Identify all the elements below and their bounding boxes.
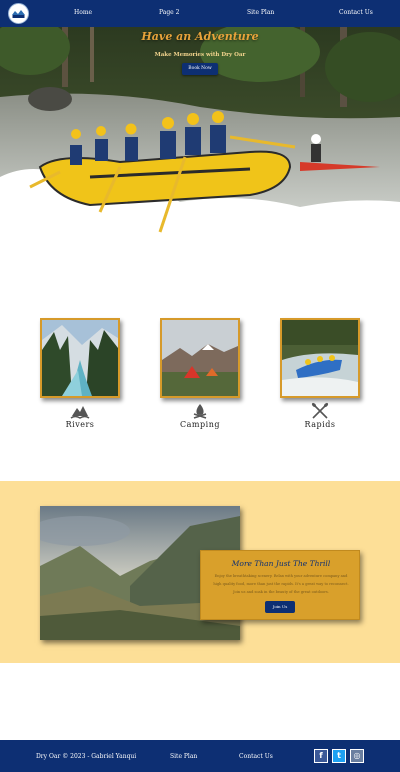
instagram-button[interactable]: ◎	[350, 749, 364, 763]
logo[interactable]	[8, 3, 29, 24]
nav-link-site-plan[interactable]: Site Plan	[247, 9, 274, 16]
book-now-button[interactable]: Book Now	[182, 63, 218, 75]
top-nav: Home Page 2 Site Plan Contact Us	[0, 0, 400, 27]
rivers-card[interactable]	[40, 318, 120, 398]
paddles-icon	[311, 402, 329, 419]
twitter-icon: t	[333, 750, 345, 762]
thrill-title: More Than Just The Thrill	[231, 559, 331, 568]
hero-subtitle: Make Memories with Dry Oar	[154, 52, 246, 58]
twitter-button[interactable]: t	[332, 749, 346, 763]
nav-link-contact-us[interactable]: Contact Us	[339, 9, 373, 16]
river-icon	[70, 406, 90, 419]
logo-icon	[10, 5, 27, 22]
hero-title: Have an Adventure	[141, 30, 259, 43]
footer-link-contact-us[interactable]: Contact Us	[239, 753, 273, 760]
rafting-photo	[0, 27, 400, 259]
rapids-image	[282, 320, 358, 396]
footer-copyright: Dry Oar © 2023 - Gabriel Yanqui	[36, 753, 137, 760]
thrill-body: Enjoy the breathtaking scenery. Relax wi…	[213, 574, 349, 594]
campfire-icon	[193, 404, 207, 419]
footer-link-site-plan[interactable]: Site Plan	[170, 753, 197, 760]
camping-image	[162, 320, 238, 396]
nav-link-page-2[interactable]: Page 2	[159, 9, 179, 16]
footer: Dry Oar © 2023 - Gabriel Yanqui Site Pla…	[0, 740, 400, 772]
join-us-button[interactable]: Join Us	[265, 601, 295, 613]
facebook-button[interactable]: f	[314, 749, 328, 763]
instagram-icon: ◎	[351, 750, 363, 762]
rapids-label: Rapids	[304, 420, 336, 429]
rapids-card[interactable]	[280, 318, 360, 398]
rivers-label: Rivers	[65, 420, 95, 429]
camping-label: Camping	[180, 420, 220, 429]
hero-banner: Have an Adventure Make Memories with Dry…	[0, 27, 400, 259]
camping-card[interactable]	[160, 318, 240, 398]
rivers-image	[42, 320, 118, 396]
thrill-card: More Than Just The Thrill Enjoy the brea…	[200, 550, 360, 620]
facebook-icon: f	[315, 750, 327, 762]
nav-link-home[interactable]: Home	[74, 9, 92, 16]
